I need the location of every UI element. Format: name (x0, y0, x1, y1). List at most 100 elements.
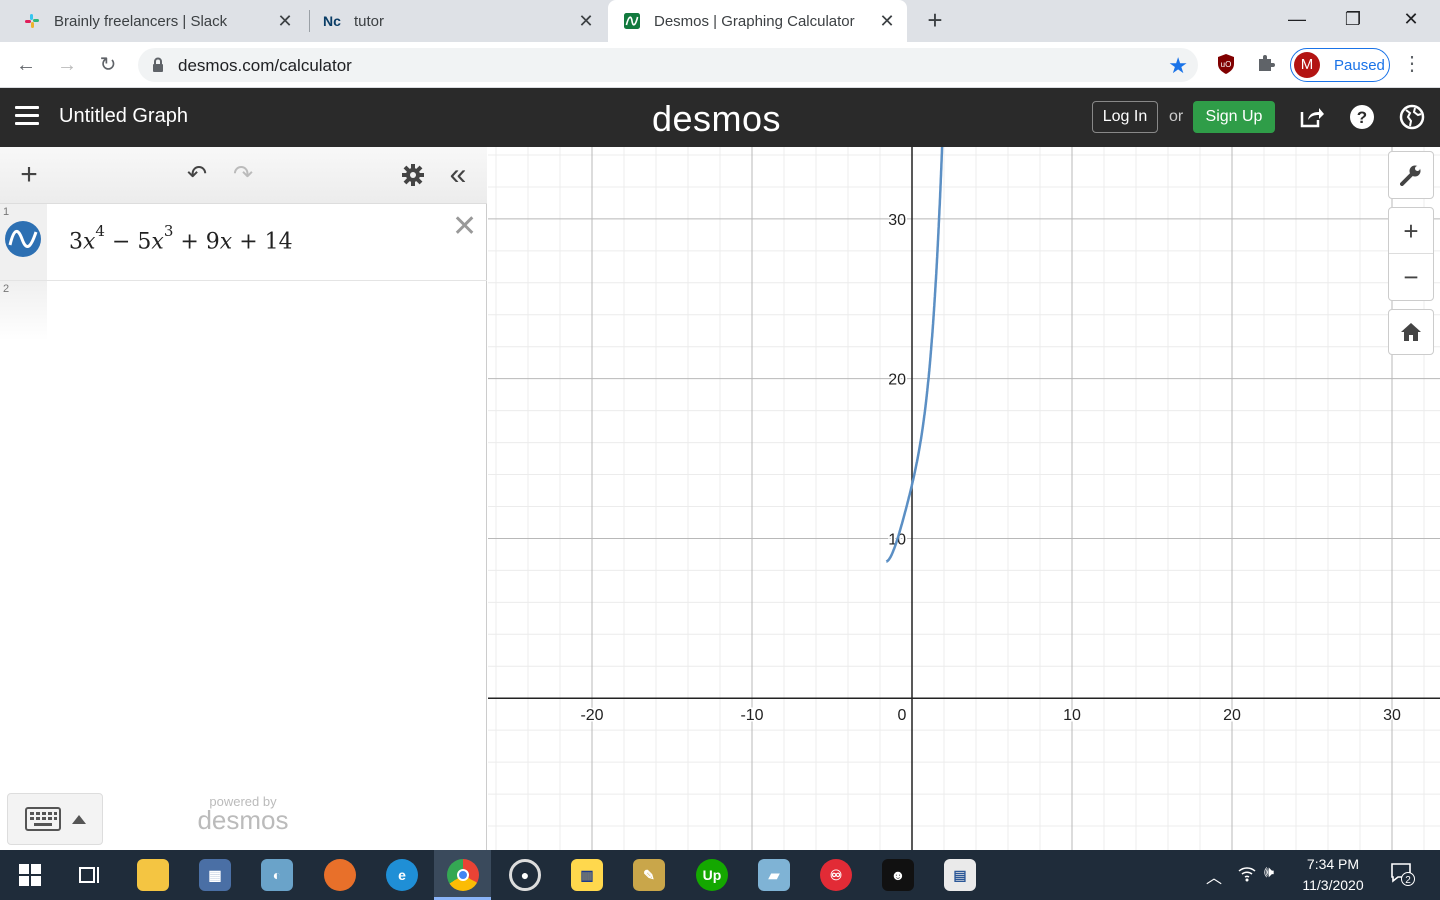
x-tick-label: -20 (580, 707, 603, 724)
extensions-puzzle-icon[interactable] (1254, 53, 1278, 77)
redo-button[interactable]: ↷ (229, 161, 257, 189)
y-tick-label: 20 (888, 372, 906, 389)
url-omnibox[interactable]: desmos.com/calculator ★ (138, 48, 1198, 82)
desmos-icon (624, 13, 640, 29)
task-view-icon[interactable] (74, 859, 106, 891)
share-icon[interactable] (1299, 104, 1325, 130)
chrome-icon[interactable] (447, 859, 479, 891)
restore-button[interactable]: ❐ (1330, 6, 1376, 34)
graph-title[interactable]: Untitled Graph (59, 105, 188, 128)
slack-icon (24, 13, 40, 29)
keyboard-icon (25, 807, 61, 831)
back-button[interactable]: ← (12, 51, 40, 79)
notion-icon: Nc (323, 13, 341, 29)
function-curve (885, 147, 944, 563)
svg-text:2: 2 (1405, 875, 1411, 886)
home-control (1388, 309, 1434, 355)
add-item-button[interactable]: + (15, 160, 43, 190)
upwork-icon[interactable]: Up (696, 859, 728, 891)
windows-taskbar: ▦ ◐ e ● ▥ ✎ Up ▰ ♾ ☻ ▤ ︿ 🕪 7:34 PM 11/3/… (0, 850, 1440, 900)
cat-app-icon[interactable]: ☻ (882, 859, 914, 891)
notes-app-icon[interactable]: ✎ (633, 859, 665, 891)
bookmark-star-icon[interactable]: ★ (1168, 53, 1188, 79)
globe-icon[interactable] (1399, 104, 1425, 130)
graph-canvas[interactable]: -20 -10 0 10 20 30102030 (488, 147, 1440, 850)
close-icon[interactable]: ✕ (877, 11, 897, 31)
minimize-button[interactable]: — (1274, 6, 1320, 34)
tab-title: Desmos | Graphing Calculator (654, 12, 855, 30)
signup-button[interactable]: Sign Up (1193, 101, 1275, 133)
close-icon[interactable]: ✕ (576, 11, 596, 31)
collapse-panel-icon[interactable]: « (444, 160, 472, 190)
tab-slack[interactable]: Brainly freelancers | Slack ✕ (0, 0, 305, 42)
desmos-logo: desmos (652, 98, 782, 139)
file-explorer-icon[interactable] (137, 859, 169, 891)
edge-icon[interactable]: e (386, 859, 418, 891)
tab-desmos[interactable]: Desmos | Graphing Calculator ✕ (608, 0, 907, 42)
book-app-icon[interactable]: ▥ (571, 859, 603, 891)
forward-button[interactable]: → (53, 51, 81, 79)
profile-status: Paused (1334, 56, 1385, 74)
media-player-icon[interactable]: ● (509, 859, 541, 891)
tab-title: Brainly freelancers | Slack (54, 12, 228, 30)
expression-toolbar: + ↶ ↷ « (0, 147, 487, 204)
help-icon[interactable]: ? (1349, 104, 1375, 130)
x-tick-label: 20 (1223, 707, 1241, 724)
lock-icon (153, 57, 163, 72)
keypad-toggle-button[interactable] (7, 793, 103, 845)
expression-row[interactable]: 1 3x4 − 5x3 + 9x + 14 ✕ (0, 204, 487, 281)
zoom-controls: + − (1388, 207, 1434, 301)
url-text: desmos.com/calculator (178, 56, 352, 75)
desmos-header: Untitled Graph desmos Log In or Sign Up … (0, 88, 1440, 147)
paint-icon[interactable]: ◐ (261, 859, 293, 891)
x-tick-label: 0 (898, 707, 907, 724)
or-label: or (1169, 108, 1184, 125)
acrobat-icon[interactable]: ♾ (820, 859, 852, 891)
wifi-icon[interactable] (1237, 864, 1257, 887)
wrench-icon[interactable] (1389, 152, 1433, 198)
delete-expression-icon[interactable]: ✕ (452, 212, 477, 242)
notifications-icon[interactable]: 2 (1390, 862, 1416, 891)
expression-math[interactable]: 3x4 − 5x3 + 9x + 14 (69, 222, 293, 254)
x-tick-label: -10 (740, 707, 763, 724)
volume-icon[interactable]: 🕪 (1264, 864, 1274, 882)
zoom-out-button[interactable]: − (1389, 254, 1433, 300)
firefox-icon[interactable] (324, 859, 356, 891)
curve-color-icon[interactable] (4, 220, 42, 258)
x-tick-label: 30 (1383, 707, 1401, 724)
clock-time: 7:34 PM (1306, 856, 1360, 872)
writer-app-icon[interactable]: ▤ (944, 859, 976, 891)
address-bar: ← → ↻ desmos.com/calculator ★ uO M Pause… (0, 42, 1440, 88)
graph-settings-control (1388, 151, 1434, 199)
reload-button[interactable]: ↻ (94, 51, 122, 79)
new-tab-button[interactable]: + (922, 7, 948, 34)
expression-index: 2 (3, 283, 10, 295)
undo-button[interactable]: ↶ (183, 161, 211, 189)
ublock-icon[interactable]: uO (1214, 53, 1238, 77)
window-close-button[interactable]: ✕ (1388, 6, 1434, 34)
browser-menu-icon[interactable]: ⋮ (1400, 53, 1424, 77)
calculator-icon[interactable]: ▦ (199, 859, 231, 891)
close-icon[interactable]: ✕ (275, 11, 295, 31)
tray-chevron-up-icon[interactable]: ︿ (1206, 864, 1222, 888)
zoom-in-button[interactable]: + (1389, 208, 1433, 254)
system-clock[interactable]: 7:34 PM 11/3/2020 (1296, 854, 1370, 896)
home-icon[interactable] (1389, 310, 1433, 356)
settings-gear-icon[interactable] (399, 161, 427, 189)
caret-up-icon (72, 815, 86, 824)
x-tick-label: 10 (1063, 707, 1081, 724)
graph-paper[interactable]: -20 -10 0 10 20 30 10 20 30 + − (488, 147, 1440, 850)
tab-tutor[interactable]: Nc tutor ✕ (300, 0, 606, 42)
svg-text:?: ? (1357, 108, 1367, 127)
profile-button[interactable]: M Paused (1290, 48, 1390, 82)
svg-text:uO: uO (1221, 60, 1232, 69)
avatar: M (1294, 52, 1320, 78)
browser-tab-bar: Brainly freelancers | Slack ✕ Nc tutor ✕… (0, 0, 1440, 42)
windows-start-icon[interactable] (14, 859, 46, 891)
hamburger-menu-icon[interactable] (15, 106, 39, 128)
login-button[interactable]: Log In (1092, 101, 1158, 133)
expression-panel: + ↶ ↷ « 1 3x4 − 5x3 + 9x + 14 ✕ 2 powere… (0, 147, 487, 850)
tab-title: tutor (354, 12, 385, 30)
expression-row[interactable]: 2 (0, 281, 487, 341)
document-app-icon[interactable]: ▰ (758, 859, 790, 891)
